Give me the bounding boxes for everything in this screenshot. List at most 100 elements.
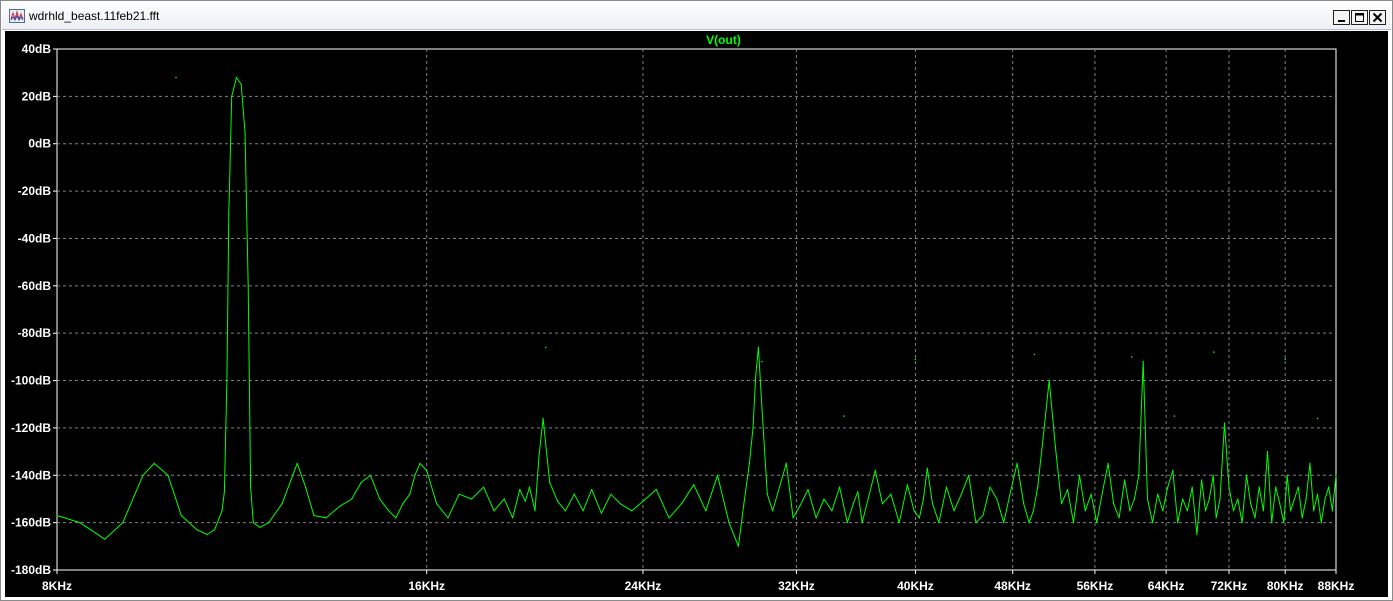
data-point	[839, 486, 841, 488]
data-point	[1003, 522, 1005, 524]
data-point	[252, 522, 254, 524]
data-point	[1328, 486, 1330, 488]
data-point	[743, 503, 745, 505]
data-point	[1289, 510, 1292, 512]
data-point	[1324, 498, 1326, 500]
data-point	[668, 517, 670, 519]
data-point	[846, 522, 848, 524]
close-button[interactable]	[1369, 10, 1386, 25]
data-point	[1275, 486, 1277, 488]
data-point	[748, 462, 751, 464]
data-point	[1032, 510, 1034, 512]
data-point	[761, 408, 763, 410]
data-point	[395, 517, 397, 519]
y-tick-label: -180dB	[11, 563, 51, 577]
minimize-icon	[1338, 20, 1345, 22]
data-point	[235, 76, 238, 78]
data-point	[1212, 474, 1214, 476]
data-point	[1245, 474, 1248, 476]
data-point	[360, 481, 362, 483]
data-point	[573, 493, 575, 495]
data-point	[142, 474, 144, 476]
y-tick-label: -120dB	[11, 421, 51, 435]
data-point	[1067, 488, 1069, 491]
data-point	[542, 417, 544, 419]
data-point	[1258, 486, 1260, 488]
data-point	[259, 526, 261, 528]
y-tick-label: -160dB	[11, 516, 51, 530]
data-point	[196, 529, 198, 531]
data-point	[1219, 498, 1221, 500]
data-point	[1286, 474, 1288, 476]
data-point	[960, 493, 963, 495]
data-point	[56, 514, 58, 517]
data-point	[512, 517, 514, 519]
peak-point	[175, 76, 177, 79]
data-point	[1266, 451, 1269, 453]
data-point	[104, 538, 106, 540]
data-point	[693, 484, 695, 486]
data-point	[1301, 517, 1303, 519]
minimize-button[interactable]	[1333, 10, 1350, 25]
data-point	[1084, 510, 1086, 512]
close-icon	[1372, 12, 1383, 23]
data-point	[1196, 533, 1198, 536]
title-bar[interactable]: wdrhld_beast.11feb21.fft	[2, 2, 1391, 30]
data-point	[655, 488, 657, 491]
data-point	[785, 462, 787, 464]
data-point	[483, 486, 485, 488]
data-point	[1028, 522, 1030, 524]
data-point	[426, 469, 428, 472]
peak-point	[1316, 417, 1319, 420]
data-point	[1201, 479, 1203, 481]
data-point	[716, 474, 719, 476]
data-point	[564, 510, 567, 512]
data-point	[268, 522, 270, 524]
fft-chart[interactable]: 40dB 20dB 0dB -20dB -40dB -60dB -80dB -100dB -12…	[5, 31, 1388, 597]
app-window: wdrhld_beast.11feb21.fft 40dB 20dB 0dB -20d…	[0, 0, 1393, 601]
peak-point	[544, 346, 547, 349]
data-point	[1096, 522, 1098, 524]
data-point	[705, 510, 707, 512]
peak-point	[914, 358, 917, 361]
data-point	[351, 498, 353, 500]
data-point	[1107, 462, 1109, 464]
data-point	[807, 488, 809, 491]
data-point	[1167, 486, 1169, 488]
data-point	[1016, 462, 1018, 464]
x-tick-label: 32KHz	[778, 579, 815, 593]
data-point	[369, 474, 372, 476]
data-point	[228, 214, 230, 216]
data-point	[1223, 422, 1226, 424]
data-point	[766, 493, 768, 495]
x-tick-label: 8KHz	[42, 579, 72, 593]
data-point	[982, 514, 984, 517]
plot-area[interactable]: 40dB 20dB 0dB -20dB -40dB -60dB -80dB -100dB -12…	[5, 31, 1388, 597]
maximize-button[interactable]	[1351, 10, 1368, 25]
y-tick-label: -40dB	[18, 231, 52, 245]
data-point	[221, 510, 223, 512]
data-point	[1283, 522, 1285, 524]
data-point	[1042, 439, 1044, 441]
data-point	[931, 503, 934, 505]
data-point	[379, 498, 381, 500]
y-tick-label: -140dB	[11, 468, 51, 482]
data-point	[989, 486, 991, 488]
data-point	[557, 500, 559, 502]
data-point	[281, 503, 283, 505]
data-point	[582, 510, 584, 512]
data-point	[167, 474, 169, 476]
data-point	[409, 493, 411, 495]
data-point	[772, 510, 774, 512]
peak-point	[1033, 353, 1036, 356]
y-tick-label: 0dB	[28, 137, 51, 151]
data-point	[1204, 510, 1207, 512]
data-point	[600, 512, 603, 514]
data-point	[591, 488, 593, 491]
data-point	[524, 500, 526, 502]
data-point	[534, 510, 536, 512]
data-point	[1177, 522, 1179, 524]
data-point	[247, 285, 249, 287]
data-point	[1048, 379, 1050, 382]
data-point	[975, 522, 977, 524]
